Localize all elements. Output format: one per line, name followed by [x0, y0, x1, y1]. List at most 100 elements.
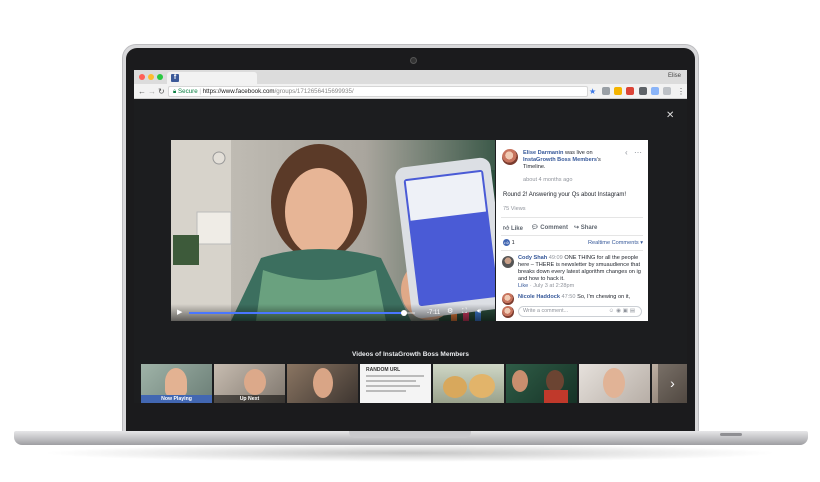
reload-icon[interactable]: ↻	[158, 87, 165, 96]
extension-icon[interactable]	[614, 87, 622, 95]
document-line	[366, 390, 406, 392]
extension-icon[interactable]	[663, 87, 671, 95]
related-videos-title: Videos of InstaGrowth Boss Members	[352, 351, 469, 358]
video-controls: ▶ -7:11 ⚙ ⛶ 🔊︎	[171, 304, 495, 321]
comment-timestamp[interactable]: 47:50	[562, 294, 576, 300]
commenter-avatar[interactable]	[502, 256, 514, 268]
window-minimize-button[interactable]	[148, 74, 154, 80]
post-time[interactable]: about 4 months ago	[523, 177, 572, 184]
bookmark-star-icon[interactable]: ★	[589, 87, 596, 96]
was-live-text: was live on	[564, 150, 593, 156]
chevron-left-icon[interactable]: ‹	[625, 149, 628, 157]
like-label: Like	[510, 226, 523, 232]
view-count: 75 Views	[503, 206, 526, 212]
laptop-foot	[720, 433, 742, 436]
address-bar-row: ← → ↻ 🔒︎ Secure | https://www.facebook.c…	[134, 84, 687, 99]
browser-menu-icon[interactable]: ⋮	[677, 87, 685, 96]
extension-icon[interactable]	[639, 87, 647, 95]
gear-icon[interactable]: ⚙	[447, 308, 453, 316]
document-line	[366, 375, 424, 377]
lock-icon: 🔒︎	[173, 88, 177, 95]
divider	[501, 235, 643, 236]
thumbnail-dog	[443, 376, 467, 398]
browser-tab-bar: f Elise	[134, 70, 687, 84]
url-path: /groups/1712656415699935/	[274, 88, 354, 95]
url-host: https://www.facebook.com	[202, 88, 275, 95]
fullscreen-icon[interactable]: ⛶	[462, 308, 467, 316]
commenter-avatar[interactable]	[502, 293, 514, 305]
author-avatar[interactable]	[502, 149, 518, 165]
post-side-panel: Elise Darmanin was live on InstaGrowth B…	[496, 140, 648, 321]
share-button[interactable]: ↪ Share	[574, 224, 597, 231]
video-thumbnail[interactable]: RANDOM URL	[360, 364, 431, 403]
comment-2: Nicole Haddock 47:50 So, I'm chewing on …	[518, 294, 642, 301]
share-arrow-icon: ↪	[574, 225, 580, 231]
comment-like-link[interactable]: Like	[518, 283, 528, 289]
speech-bubble-icon: 💬︎	[531, 225, 539, 231]
group-link[interactable]: InstaGrowth Boss Members	[523, 157, 597, 163]
extension-icon[interactable]	[626, 87, 634, 95]
author-link[interactable]: Elise Darmanin	[523, 150, 563, 156]
thumbs-up-icon: 👍︎	[503, 226, 510, 232]
thumbnail-figure	[165, 368, 187, 396]
facebook-favicon-icon: f	[171, 74, 179, 82]
time-remaining: -7:11	[427, 310, 441, 316]
divider	[501, 250, 643, 251]
divider	[501, 217, 643, 218]
comment-author[interactable]: Nicole Haddock	[518, 294, 560, 300]
window-close-button[interactable]	[139, 74, 145, 80]
comment-date: · July 3 at 2:28pm	[529, 283, 575, 289]
reaction-summary[interactable]: 👍︎ 1	[503, 239, 515, 247]
video-player[interactable]: ▶ -7:11 ⚙ ⛶ 🔊︎	[171, 140, 495, 321]
browser-user-name[interactable]: Elise	[668, 73, 681, 79]
thumbnail-dog	[469, 374, 495, 398]
comment-author[interactable]: Cody Shah	[518, 255, 547, 261]
back-arrow-icon[interactable]: ←	[138, 87, 146, 96]
play-icon[interactable]: ▶	[177, 309, 182, 317]
screen: f Elise ← → ↻ 🔒︎ Secure | https://www.fa…	[134, 70, 687, 403]
video-thumbnail[interactable]	[287, 364, 358, 403]
browser-tab[interactable]: f	[167, 72, 257, 84]
video-thumbnail[interactable]	[506, 364, 577, 403]
video-thumbnail[interactable]	[433, 364, 504, 403]
thumbnail-figure	[546, 370, 564, 392]
document-line	[366, 385, 420, 387]
like-button[interactable]: 👍︎ Like	[503, 224, 523, 232]
comment-1: Cody Shah 49:09 ONE THING for all the pe…	[518, 255, 642, 283]
comment-label: Comment	[540, 225, 568, 231]
close-icon[interactable]: ✕	[666, 110, 674, 121]
comment-meta: Like · July 3 at 2:28pm	[518, 283, 574, 290]
comment-placeholder: Write a comment...	[523, 308, 569, 314]
video-thumbnail[interactable]	[579, 364, 650, 403]
up-next-label: Up Next	[214, 395, 285, 403]
video-progress-fill	[189, 312, 404, 314]
extension-icon[interactable]	[602, 87, 610, 95]
comment-timestamp[interactable]: 49:09	[549, 255, 563, 261]
comment-tools-icons[interactable]: ☺◉▣▤	[609, 307, 637, 316]
document-line	[366, 380, 416, 382]
post-header: Elise Darmanin was live on InstaGrowth B…	[523, 150, 623, 171]
window-maximize-button[interactable]	[157, 74, 163, 80]
url-field[interactable]: 🔒︎ Secure | https://www.facebook.com/gro…	[168, 86, 588, 97]
comment-filter-dropdown[interactable]: Realtime Comments ▾	[588, 240, 643, 247]
thumbnail-figure	[603, 368, 625, 398]
share-label: Share	[580, 225, 598, 231]
like-reaction-icon: 👍︎	[503, 239, 510, 246]
comment-input[interactable]: Write a comment... ☺◉▣▤	[518, 306, 642, 317]
video-progress-bar[interactable]	[189, 310, 415, 316]
laptop-shadow	[40, 444, 780, 462]
now-playing-label: Now Playing	[141, 395, 212, 403]
volume-icon[interactable]: 🔊︎	[477, 308, 481, 316]
forward-arrow-icon[interactable]: →	[148, 87, 156, 96]
comment-text: So, I'm chewing on it,	[577, 294, 631, 300]
more-options-icon[interactable]: ⋯	[634, 149, 642, 157]
document-heading: RANDOM URL	[366, 367, 401, 373]
video-thumbnail[interactable]: Now Playing	[141, 364, 212, 403]
extension-icon[interactable]	[651, 87, 659, 95]
post-title: Round 2! Answering your Qs about Instagr…	[503, 192, 627, 198]
video-thumbnail[interactable]: Up Next	[214, 364, 285, 403]
chevron-right-icon[interactable]: ›	[658, 364, 687, 403]
reaction-count: 1	[511, 240, 515, 246]
comment-button[interactable]: 💬︎ Comment	[531, 224, 568, 231]
video-scrubber-handle[interactable]	[400, 310, 407, 316]
